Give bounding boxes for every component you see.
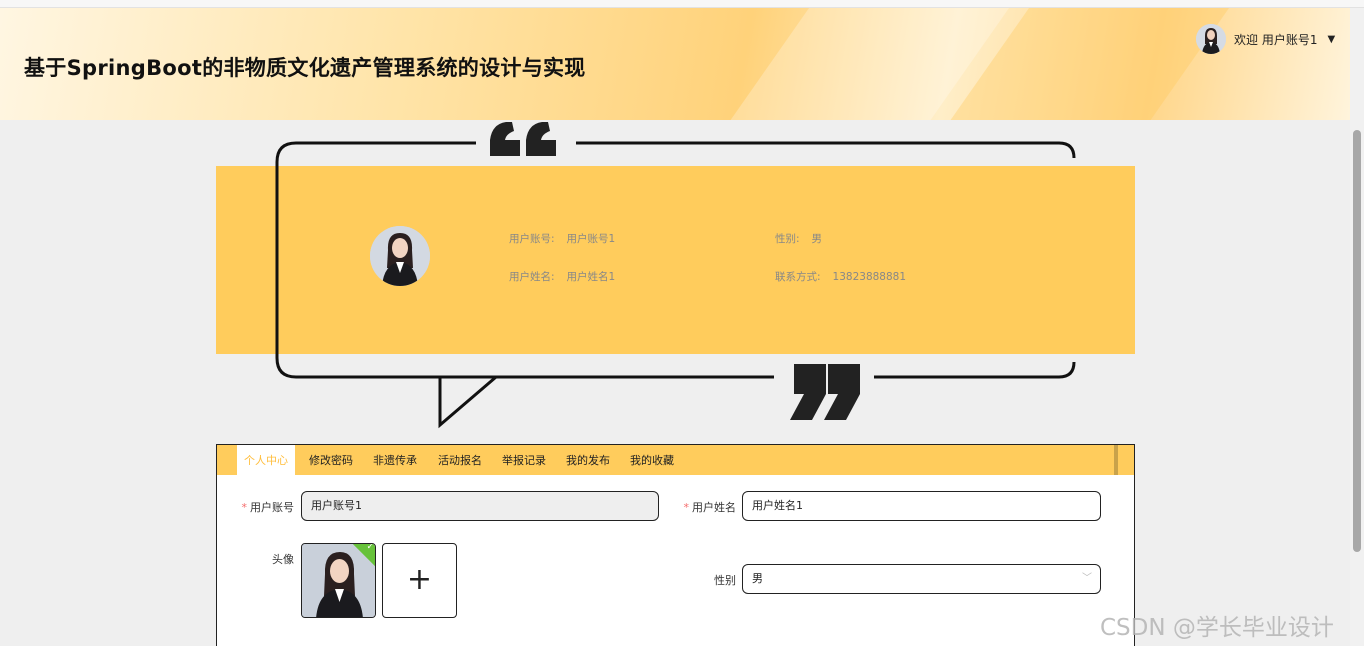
gender-select-value: 男 bbox=[752, 572, 763, 585]
tab-change-password[interactable]: 修改密码 bbox=[302, 445, 360, 475]
tab-my-favorites[interactable]: 我的收藏 bbox=[623, 445, 681, 475]
tab-event-signup[interactable]: 活动报名 bbox=[431, 445, 489, 475]
name-field-label: * 用户姓名 bbox=[683, 501, 737, 514]
open-quote-icon bbox=[490, 122, 556, 156]
avatar-upload-preview[interactable]: ✓ bbox=[301, 543, 376, 618]
gender-field-label: 性别 bbox=[714, 574, 736, 587]
tab-heritage[interactable]: 非遗传承 bbox=[366, 445, 424, 475]
chevron-down-icon: ﹀ bbox=[1082, 573, 1092, 584]
tab-bar-divider bbox=[1114, 445, 1118, 475]
watermark: CSDN @学长毕业设计 bbox=[1100, 615, 1334, 641]
avatar-field-label: 头像 bbox=[272, 553, 294, 566]
name-input[interactable]: 用户姓名1 bbox=[742, 491, 1101, 521]
user-center-panel: 个人中心 修改密码 非遗传承 活动报名 举报记录 我的发布 我的收藏 * 用户账号… bbox=[216, 444, 1135, 646]
check-icon: ✓ bbox=[366, 543, 374, 552]
tab-bar: 个人中心 修改密码 非遗传承 活动报名 举报记录 我的发布 我的收藏 bbox=[217, 445, 1134, 475]
tab-report-records[interactable]: 举报记录 bbox=[495, 445, 553, 475]
account-field-label: * 用户账号 bbox=[241, 501, 295, 514]
plus-icon: + bbox=[406, 562, 433, 597]
gender-select[interactable]: 男 ﹀ bbox=[742, 564, 1101, 594]
required-mark: * bbox=[241, 501, 248, 514]
account-input[interactable]: 用户账号1 bbox=[301, 491, 659, 521]
tab-my-posts[interactable]: 我的发布 bbox=[559, 445, 617, 475]
required-mark: * bbox=[683, 501, 690, 514]
close-quote-icon bbox=[790, 364, 860, 420]
tab-personal-center[interactable]: 个人中心 bbox=[237, 445, 295, 475]
upload-add-button[interactable]: + bbox=[382, 543, 457, 618]
